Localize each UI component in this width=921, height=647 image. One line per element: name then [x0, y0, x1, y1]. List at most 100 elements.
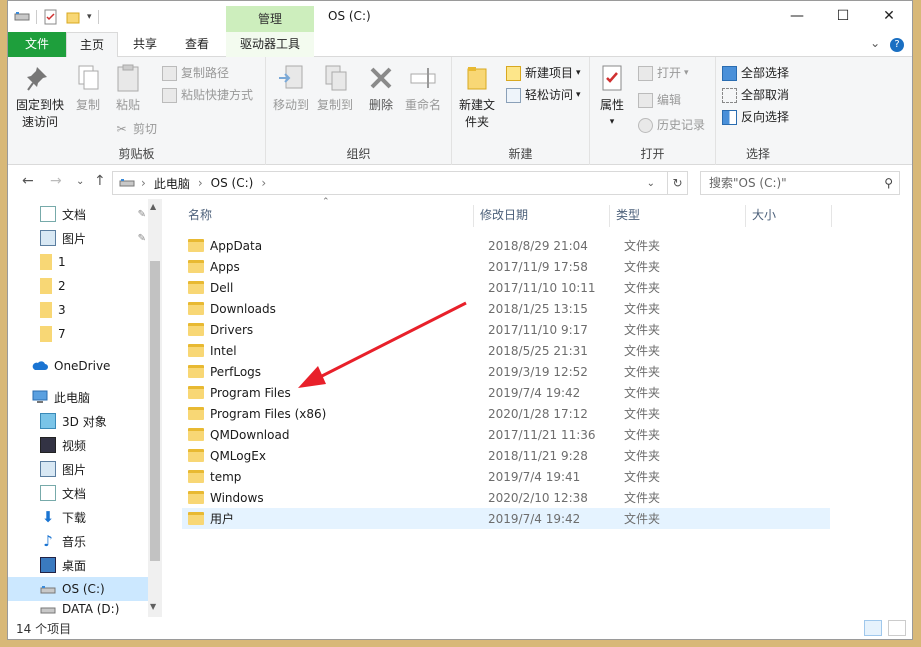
back-arrow-icon[interactable]: ← [22, 173, 34, 189]
tab-share[interactable]: 共享 [120, 32, 170, 57]
sidebar-item-this-pc[interactable]: 此电脑 [8, 385, 148, 409]
tab-view[interactable]: 查看 [172, 32, 222, 57]
sidebar-item-folder-7[interactable]: 7 [8, 322, 148, 346]
up-arrow-icon[interactable]: ↑ [94, 173, 106, 189]
open-group-label: 打开 [640, 147, 665, 161]
select-none-button[interactable]: 全部取消 [722, 85, 789, 105]
table-row[interactable]: 用户 2019/7/4 19:42 文件夹 [182, 508, 830, 529]
sidebar-item-os-c[interactable]: OS (C:) [8, 577, 148, 601]
invert-selection-button[interactable]: 反向选择 [722, 107, 789, 127]
tab-home[interactable]: 主页 [66, 32, 118, 58]
sidebar-item-3d-objects[interactable]: 3D 对象 [8, 409, 148, 433]
copy-button[interactable]: 复制 [70, 63, 106, 114]
sidebar-item-pictures-quick[interactable]: 图片 ✎ [8, 226, 148, 250]
properties-button[interactable]: 属性 ▾ [594, 63, 630, 131]
close-button[interactable]: ✕ [866, 1, 912, 32]
minimize-button[interactable]: — [774, 1, 820, 32]
document-icon [40, 206, 56, 222]
copy-to-button[interactable]: 复制到 [314, 63, 356, 114]
large-icons-view-icon[interactable] [888, 620, 906, 636]
folder-icon [188, 365, 204, 378]
column-header-size[interactable]: 大小 [746, 205, 832, 227]
table-row[interactable]: Intel 2018/5/25 21:31 文件夹 [182, 340, 830, 361]
tab-drive-tools[interactable]: 驱动器工具 [226, 32, 314, 57]
sidebar-item-pictures[interactable]: 图片 [8, 457, 148, 481]
paste-button[interactable]: 粘贴 [110, 63, 146, 114]
properties-icon[interactable] [43, 9, 59, 25]
search-input[interactable]: 搜索"OS (C:)" ⚲ [700, 171, 900, 195]
select-all-button[interactable]: 全部选择 [722, 63, 789, 83]
breadcrumb-drive[interactable]: OS (C:) [211, 176, 254, 190]
table-row[interactable]: Drivers 2017/11/10 9:17 文件夹 [182, 319, 830, 340]
breadcrumb-this-pc[interactable]: 此电脑 [154, 175, 190, 192]
table-row[interactable]: PerfLogs 2019/3/19 12:52 文件夹 [182, 361, 830, 382]
column-header-name[interactable]: 名称 [182, 205, 474, 227]
table-row[interactable]: Windows 2020/2/10 12:38 文件夹 [182, 487, 830, 508]
new-folder-button[interactable]: 新建文件夹 [456, 63, 498, 131]
file-name-cell: Program Files [188, 386, 291, 400]
new-folder-label: 新建文件夹 [458, 98, 495, 129]
scrollbar-thumb[interactable] [150, 261, 160, 561]
pin-icon: ✎ [137, 232, 146, 244]
help-icon[interactable]: ? [890, 38, 904, 52]
properties-icon [602, 65, 622, 91]
column-header-type[interactable]: 类型 [610, 205, 746, 227]
new-item-button[interactable]: 新建项目 ▾ [506, 63, 581, 83]
refresh-button[interactable]: ↻ [668, 171, 688, 195]
sidebar-item-documents-quick[interactable]: 文档 ✎ [8, 202, 148, 226]
sidebar-item-folder-1[interactable]: 1 [8, 250, 148, 274]
new-folder-icon[interactable] [65, 9, 81, 25]
sidebar-item-desktop[interactable]: 桌面 [8, 553, 148, 577]
scroll-up-icon[interactable]: ▲ [150, 202, 156, 211]
column-header-date[interactable]: 修改日期 [474, 205, 610, 227]
sidebar-scrollbar[interactable]: ▲ ▼ [148, 199, 162, 617]
rename-button[interactable]: 重命名 [402, 63, 444, 114]
recent-chevron-icon[interactable]: ⌄ [76, 176, 84, 187]
cut-button[interactable]: ✂ 剪切 [114, 119, 157, 139]
chevron-down-icon[interactable]: ⌄ [870, 36, 880, 50]
file-date: 2017/11/10 9:17 [488, 322, 588, 337]
sidebar-item-videos[interactable]: 视频 [8, 433, 148, 457]
table-row[interactable]: Program Files 2019/7/4 19:42 文件夹 [182, 382, 830, 403]
chevron-down-icon[interactable]: ▾ [87, 12, 92, 22]
drive-icon[interactable] [14, 9, 30, 25]
address-bar[interactable]: › 此电脑 › OS (C:) › ⌄ [112, 171, 668, 195]
table-row[interactable]: AppData 2018/8/29 21:04 文件夹 [182, 235, 830, 256]
sidebar-item-documents[interactable]: 文档 [8, 481, 148, 505]
table-row[interactable]: Downloads 2018/1/25 13:15 文件夹 [182, 298, 830, 319]
clipboard-group-label: 剪贴板 [118, 147, 155, 161]
folder-icon [188, 344, 204, 357]
paste-shortcut-button[interactable]: 粘贴快捷方式 [162, 85, 253, 105]
scroll-down-icon[interactable]: ▼ [150, 602, 156, 611]
open-button[interactable]: 打开 ▾ [638, 63, 689, 83]
chevron-down-icon[interactable]: ⌄ [647, 178, 655, 189]
table-row[interactable]: temp 2019/7/4 19:41 文件夹 [182, 466, 830, 487]
file-type: 文件夹 [624, 470, 661, 484]
forward-arrow-icon[interactable]: → [50, 173, 62, 189]
sidebar-item-music[interactable]: ♪ 音乐 [8, 529, 148, 553]
video-icon [40, 437, 56, 453]
paste-icon [117, 64, 139, 92]
edit-button[interactable]: 编辑 [638, 90, 681, 110]
sidebar-item-folder-2[interactable]: 2 [8, 274, 148, 298]
table-row[interactable]: Dell 2017/11/10 10:11 文件夹 [182, 277, 830, 298]
details-view-icon[interactable] [864, 620, 883, 636]
copy-path-button[interactable]: 复制路径 [162, 63, 229, 83]
move-to-button[interactable]: 移动到 [270, 63, 312, 114]
history-button[interactable]: 历史记录 [638, 115, 705, 135]
file-name-cell: Dell [188, 281, 233, 295]
table-row[interactable]: QMLogEx 2018/11/21 9:28 文件夹 [182, 445, 830, 466]
sidebar-item-data-d[interactable]: DATA (D:) [8, 601, 148, 617]
sidebar-item-folder-3[interactable]: 3 [8, 298, 148, 322]
sidebar-item-downloads[interactable]: ⬇ 下载 [8, 505, 148, 529]
tab-file[interactable]: 文件 [8, 32, 66, 57]
pin-quick-access-button[interactable]: 固定到快速访问 [12, 63, 68, 131]
table-row[interactable]: Program Files (x86) 2020/1/28 17:12 文件夹 [182, 403, 830, 424]
table-row[interactable]: Apps 2017/11/9 17:58 文件夹 [182, 256, 830, 277]
delete-button[interactable]: 删除 [364, 63, 398, 114]
maximize-button[interactable]: ☐ [820, 1, 866, 32]
cut-label: 剪切 [133, 122, 158, 136]
easy-access-button[interactable]: 轻松访问 ▾ [506, 85, 581, 105]
sidebar-item-onedrive[interactable]: OneDrive [8, 354, 148, 378]
table-row[interactable]: QMDownload 2017/11/21 11:36 文件夹 [182, 424, 830, 445]
